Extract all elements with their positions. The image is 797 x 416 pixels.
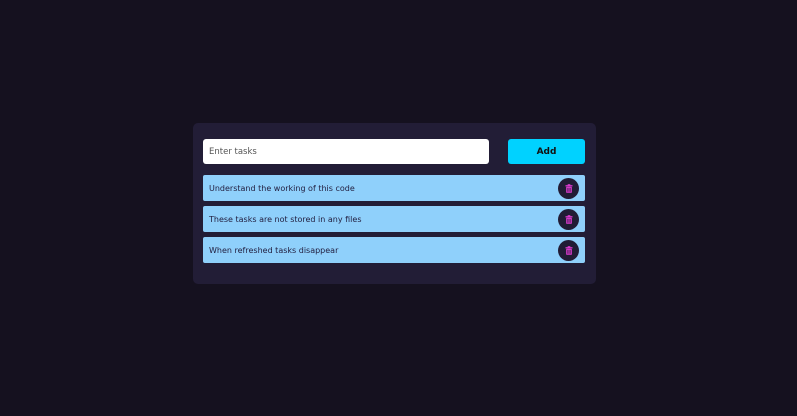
task-text: These tasks are not stored in any files [209, 214, 362, 224]
task-input[interactable] [203, 139, 489, 164]
trash-icon [565, 214, 572, 224]
task-text: When refreshed tasks disappear [209, 245, 339, 255]
todo-card: Add Understand the working of this code … [193, 123, 596, 284]
delete-task-button[interactable] [558, 239, 579, 261]
task-item: These tasks are not stored in any files [203, 206, 585, 232]
add-button[interactable]: Add [508, 139, 585, 164]
delete-task-button[interactable] [558, 177, 579, 199]
task-text: Understand the working of this code [209, 183, 355, 193]
task-item: When refreshed tasks disappear [203, 237, 585, 263]
trash-icon [565, 183, 572, 193]
delete-task-button[interactable] [558, 208, 579, 230]
task-list: Understand the working of this code Thes… [203, 175, 586, 263]
input-row: Add [203, 139, 586, 164]
task-item: Understand the working of this code [203, 175, 585, 201]
trash-icon [565, 245, 572, 255]
